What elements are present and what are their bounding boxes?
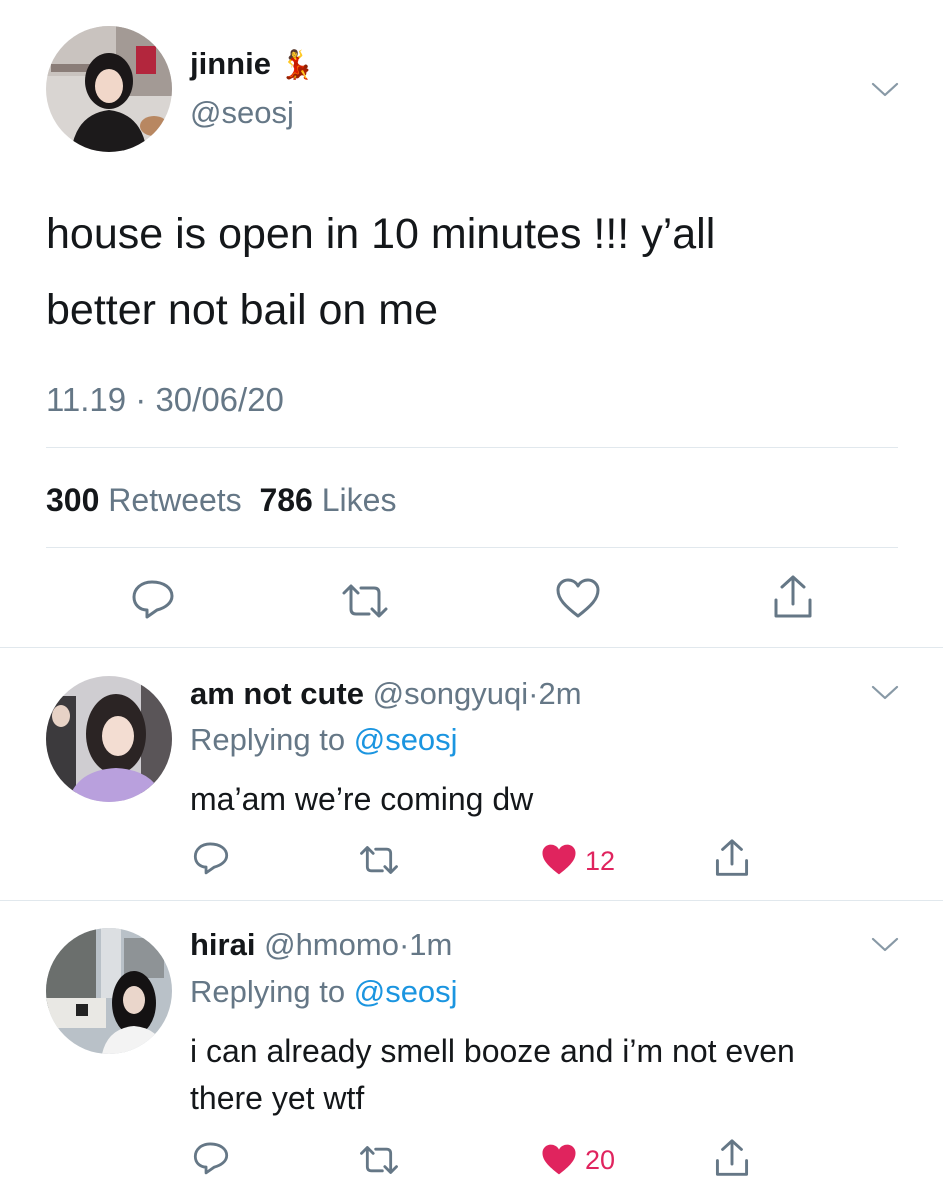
- share-icon[interactable]: [714, 838, 750, 878]
- retweet-icon[interactable]: [358, 845, 400, 875]
- display-name[interactable]: jinnie: [190, 46, 271, 81]
- like-icon[interactable]: [540, 842, 578, 877]
- reply-icon[interactable]: [192, 840, 230, 876]
- avatar-hmomo[interactable]: [46, 928, 172, 1054]
- tweet-timestamp[interactable]: 11.19 · 30/06/20: [46, 380, 284, 420]
- avatar-jinnie[interactable]: [46, 26, 172, 152]
- like-count: 20: [585, 1145, 616, 1175]
- divider: [46, 447, 898, 448]
- chevron-down-icon[interactable]: [870, 80, 900, 100]
- reply-display-name[interactable]: am not cute: [190, 676, 364, 711]
- avatar-songyuqi[interactable]: [46, 676, 172, 802]
- replying-to-label: Replying to: [190, 722, 346, 757]
- separator-dot: ·: [398, 927, 410, 962]
- reply-text: ma’am we’re coming dw: [190, 781, 534, 817]
- reply-display-name[interactable]: hirai: [190, 927, 255, 962]
- separator-dot: ·: [528, 676, 539, 711]
- divider: [0, 647, 943, 648]
- reply-icon[interactable]: [192, 1140, 230, 1176]
- likes-stat[interactable]: 786 Likes: [259, 482, 396, 518]
- retweet-icon[interactable]: [340, 583, 390, 619]
- like-icon[interactable]: [540, 1142, 578, 1177]
- engagement-stats: 300 Retweets 786 Likes: [46, 480, 396, 520]
- share-icon[interactable]: [772, 574, 814, 620]
- reply-time[interactable]: 2m: [538, 676, 581, 711]
- reply-time[interactable]: 1m: [409, 927, 452, 962]
- tweet-text: house is open in 10 minutes !!! y’all: [46, 210, 716, 258]
- reply-text: there yet wtf: [190, 1080, 365, 1116]
- reply-text: i can already smell booze and i’m not ev…: [190, 1033, 795, 1069]
- retweets-stat[interactable]: 300 Retweets: [46, 482, 242, 518]
- tweet-text: better not bail on me: [46, 286, 439, 334]
- chevron-down-icon[interactable]: [870, 935, 900, 955]
- reply-handle[interactable]: @hmomo: [264, 927, 399, 962]
- like-icon[interactable]: [555, 577, 601, 619]
- divider: [0, 900, 943, 901]
- reply-handle[interactable]: @songyuqi: [373, 676, 529, 711]
- divider: [46, 547, 898, 548]
- reply-icon[interactable]: [130, 578, 176, 620]
- retweet-icon[interactable]: [358, 1145, 400, 1175]
- replying-to-link[interactable]: @seosj: [354, 722, 458, 757]
- user-handle[interactable]: @seosj: [190, 95, 294, 131]
- share-icon[interactable]: [714, 1138, 750, 1178]
- replying-to-label: Replying to: [190, 974, 346, 1009]
- dancer-emoji: 💃: [279, 49, 315, 80]
- chevron-down-icon[interactable]: [870, 683, 900, 703]
- replying-to-link[interactable]: @seosj: [354, 974, 458, 1009]
- like-count: 12: [585, 846, 616, 876]
